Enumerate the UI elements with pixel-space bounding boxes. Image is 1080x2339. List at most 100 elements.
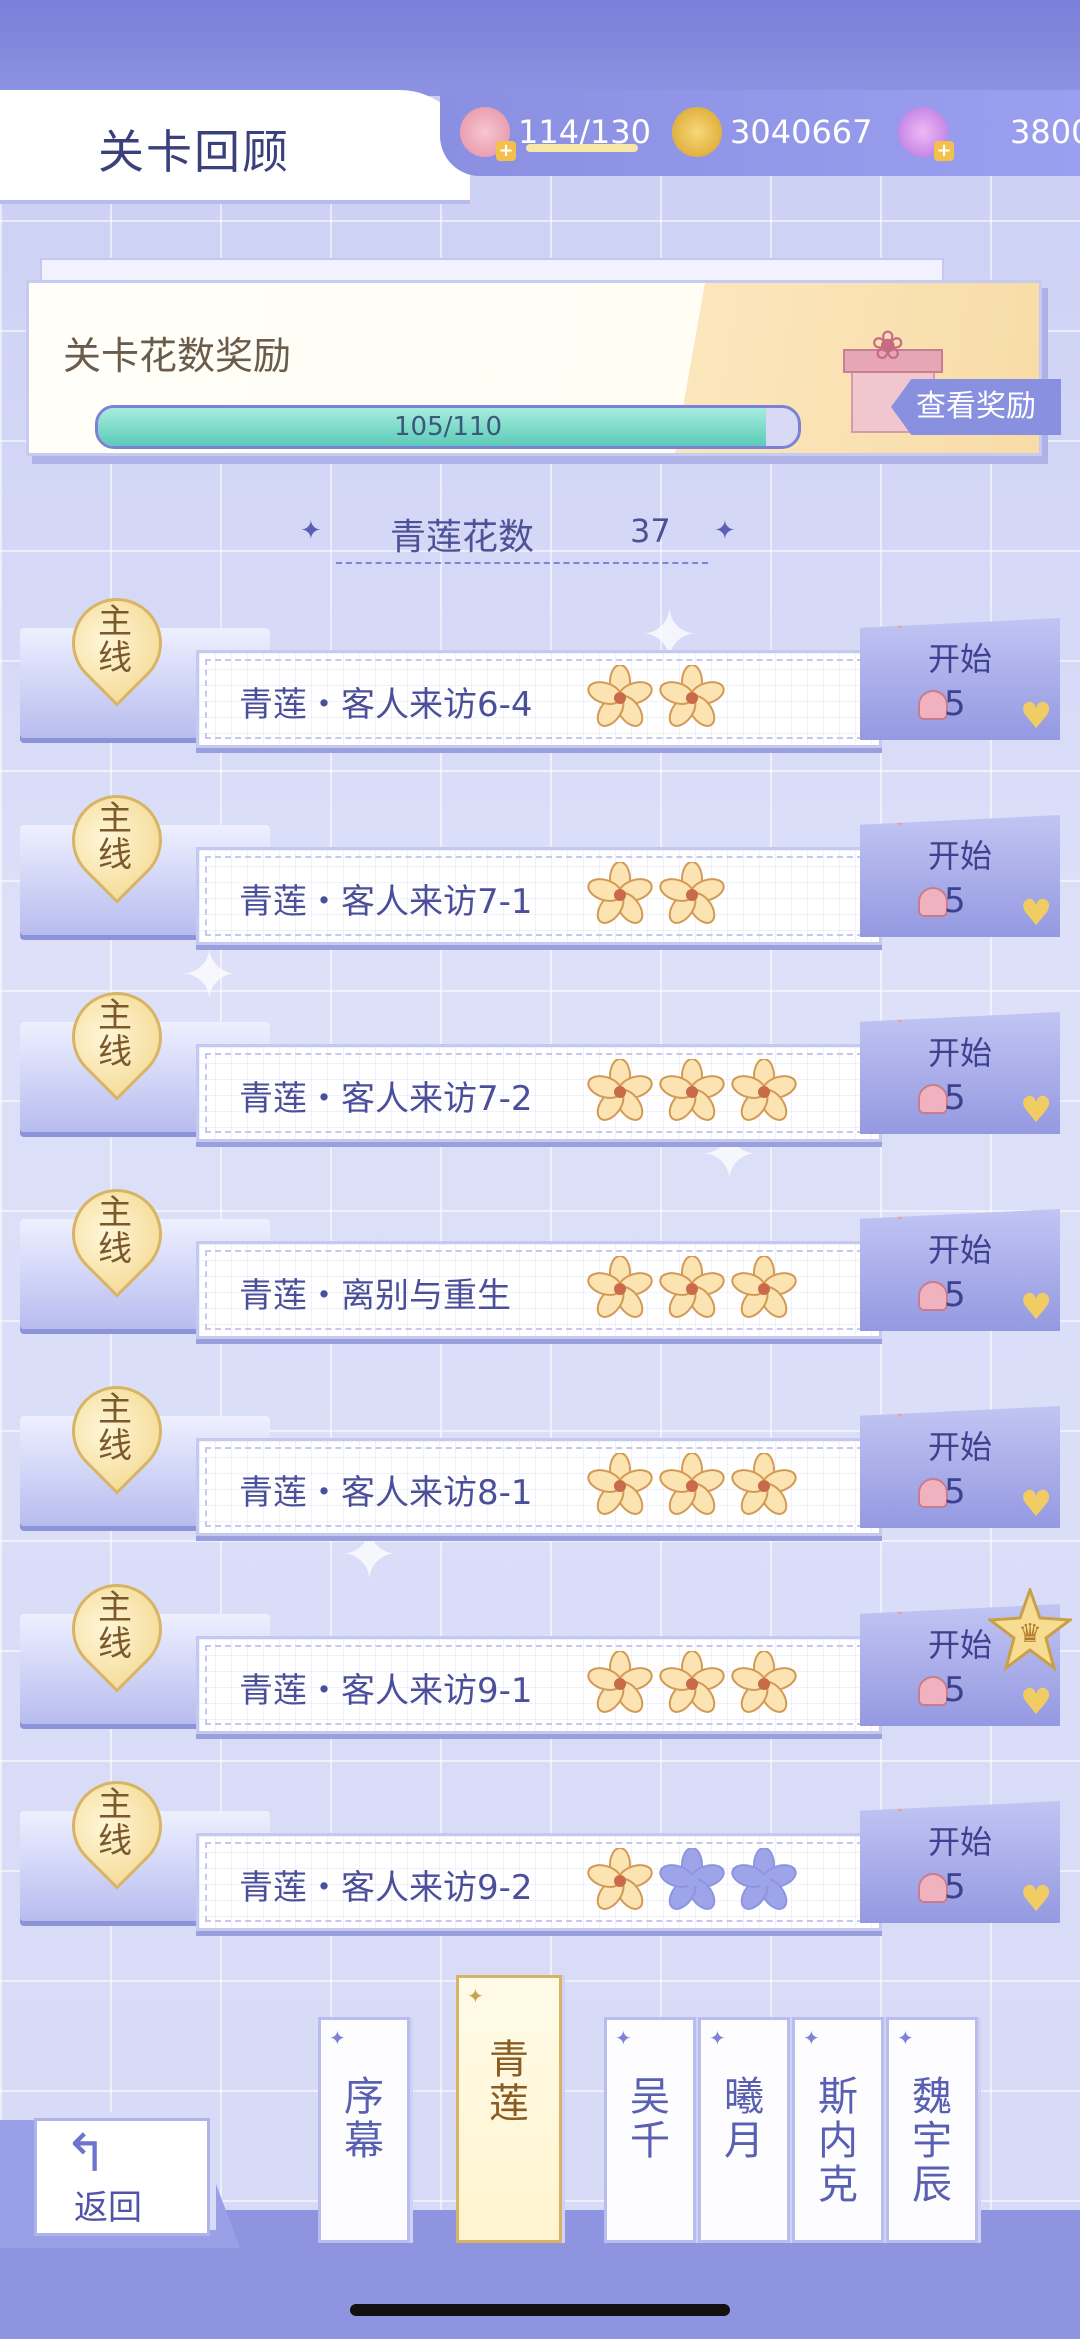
sparkle-icon: ✦ [615, 2026, 632, 2050]
stamina-cost: 5 [944, 1275, 966, 1315]
start-label: 开始 [928, 837, 993, 875]
main-story-tag: 主线 [98, 1785, 132, 1861]
level-name: 青莲・客人来访7-2 [239, 1079, 533, 1119]
back-arrow-icon: ↰ [64, 2124, 108, 2184]
level-name: 青莲・客人来访7-1 [239, 882, 533, 922]
flower-icon [731, 1255, 797, 1322]
start-label: 开始 [928, 1823, 993, 1861]
gem-counter[interactable]: + 3800 [898, 104, 1080, 161]
main-story-tag: 主线 [98, 996, 132, 1072]
flower-count-label: 青莲花数 [390, 517, 535, 558]
main-story-tag: 主线 [98, 602, 132, 678]
heart-icon: ♥ [890, 1793, 910, 1818]
flower-count: ✦ 青莲花数 37 ✦ [300, 508, 740, 568]
stamina-cost: 5 [944, 1472, 966, 1512]
plus-icon[interactable]: + [496, 141, 516, 161]
level-card[interactable]: 青莲・客人来访7-1 [196, 847, 882, 945]
level-row: 主线 青莲・客人来访7-1 开始 5 ♥ ♥ [20, 776, 1060, 945]
sparkle-icon: ✦ [897, 2026, 914, 2050]
level-row: 主线 青莲・客人来访7-2 开始 5 ♥ ♥ [20, 973, 1060, 1142]
chapter-tab-label: 吴千 [630, 2074, 670, 2164]
heart-icon: ♥ [890, 1004, 910, 1029]
start-label: 开始 [928, 1231, 993, 1269]
level-card[interactable]: 青莲・离别与重生 [196, 1241, 882, 1339]
flower-icon [587, 1650, 653, 1717]
chapter-tab-label: 斯内克 [818, 2074, 858, 2208]
start-button[interactable]: 开始 5 ♥ ♥ [860, 815, 1060, 937]
level-card[interactable]: 青莲・客人来访6-4 [196, 650, 882, 748]
flower-count-value: 37 [630, 512, 671, 550]
swan-icon: + [898, 107, 954, 161]
home-indicator[interactable] [350, 2304, 730, 2316]
start-button[interactable]: 开始 5 ♥ ♥ [860, 1209, 1060, 1331]
flower-icon [587, 861, 653, 928]
sparkle-icon: ✦ [803, 2026, 820, 2050]
heart-icon: ♥ [1020, 1484, 1053, 1525]
chapter-tab[interactable]: ✦ 魏宇辰 [886, 2017, 978, 2243]
level-row: 主线 青莲・客人来访9-2 开始 5 ♥ ♥ [20, 1762, 1060, 1931]
flower-icon [587, 1452, 653, 1519]
flower-icon [587, 1847, 653, 1914]
start-label: 开始 [928, 1034, 993, 1072]
stamina-cost: 5 [944, 1078, 966, 1118]
coin-icon [672, 107, 722, 157]
chapter-tab-label: 青莲 [489, 2037, 529, 2127]
flower-rating [587, 664, 725, 731]
progress-text: 105/110 [393, 412, 502, 442]
sparkle-icon: ✦ [714, 516, 736, 546]
heart-icon: ♥ [1020, 1682, 1053, 1723]
flower-icon [659, 1255, 725, 1322]
start-button[interactable]: 开始 5 ♥ ♥ [860, 618, 1060, 740]
chapter-tab[interactable]: ✦ 吴千 [604, 2017, 696, 2243]
svg-text:♛: ♛ [1018, 1619, 1041, 1649]
flower-icon [659, 1650, 725, 1717]
stamina-counter[interactable]: + 114/130 [460, 104, 651, 161]
coin-counter: 3040667 [672, 104, 873, 160]
status-band [0, 0, 1080, 96]
stamina-cost: 5 [944, 881, 966, 921]
sparkle-icon: ✦ [300, 516, 322, 546]
level-card[interactable]: 青莲・客人来访7-2 [196, 1044, 882, 1142]
level-card[interactable]: 青莲・客人来访9-2 [196, 1833, 882, 1931]
flower-icon [731, 1058, 797, 1125]
level-name: 青莲・客人来访8-1 [239, 1473, 533, 1513]
chapter-tab-label: 序幕 [344, 2074, 384, 2164]
resource-bar: + 114/130 3040667 + 3800 [440, 90, 1080, 176]
chapter-tab[interactable]: ✦ 青莲 [456, 1975, 562, 2243]
stamina-cost: 5 [944, 1670, 966, 1710]
level-row: 主线 青莲・客人来访6-4 开始 5 ♥ ♥ [20, 579, 1060, 748]
stamina-cost: 5 [944, 684, 966, 724]
heart-icon: ♥ [1020, 696, 1053, 737]
chapter-tab[interactable]: ✦ 斯内克 [792, 2017, 884, 2243]
flower-icon [659, 1058, 725, 1125]
star-badge-icon: ♛ [988, 1588, 1072, 1672]
start-button[interactable]: 开始 5 ♥ ♥ [860, 1801, 1060, 1923]
heart-icon: ♥ [890, 610, 910, 635]
back-label: 返回 [74, 2188, 142, 2228]
plus-icon[interactable]: + [934, 141, 954, 161]
main-story-tag: 主线 [98, 1588, 132, 1664]
flower-icon [731, 1452, 797, 1519]
heart-icon: ♥ [890, 807, 910, 832]
view-reward-button[interactable]: 查看奖励 [891, 379, 1061, 435]
flower-rating [587, 861, 725, 928]
level-row: 主线 青莲・离别与重生 开始 5 ♥ ♥ [20, 1170, 1060, 1339]
level-card[interactable]: 青莲・客人来访9-1 [196, 1636, 882, 1734]
main-story-tag: 主线 [98, 1390, 132, 1466]
main-story-tag: 主线 [98, 1193, 132, 1269]
flower-rating [587, 1058, 797, 1125]
level-name: 青莲・客人来访9-1 [239, 1671, 533, 1711]
flower-reward-card: 关卡花数奖励 105/110 ❀ 查看奖励 [26, 258, 1061, 463]
start-button[interactable]: 开始 5 ♥ ♥ [860, 1012, 1060, 1134]
heart-icon: ♥ [1020, 1287, 1053, 1328]
start-button[interactable]: 开始 5 ♥ ♥ [860, 1406, 1060, 1528]
stamina-track [526, 144, 638, 152]
chapter-tab[interactable]: ✦ 曦月 [698, 2017, 790, 2243]
start-label: 开始 [928, 1626, 993, 1664]
chapter-tab[interactable]: ✦ 序幕 [318, 2017, 410, 2243]
title-panel: 关卡回顾 [0, 90, 470, 200]
back-button[interactable]: ↰ 返回 [0, 2098, 270, 2248]
level-row: 主线 青莲・客人来访9-1 开始 5 ♥ ♥ [20, 1565, 1060, 1734]
level-card[interactable]: 青莲・客人来访8-1 [196, 1438, 882, 1536]
start-label: 开始 [928, 640, 993, 678]
